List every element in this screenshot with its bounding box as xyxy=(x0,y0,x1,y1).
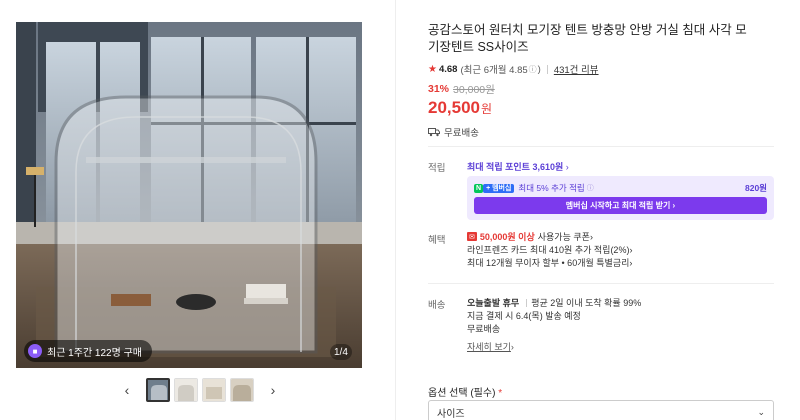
review-link[interactable]: 431건 리뷰 xyxy=(554,62,599,76)
membership-start-button[interactable]: 멤버십 시작하고 최대 적립 받기 › xyxy=(474,197,767,214)
product-gallery: ■ 최근 1주간 122명 구매 1/4 ‹ › xyxy=(0,0,395,420)
info-icon[interactable]: ⓘ xyxy=(529,64,537,75)
benefits-label: 혜택 xyxy=(428,235,446,246)
sale-price: 20,500 xyxy=(428,98,480,117)
chevron-right-icon: › xyxy=(589,231,593,242)
product-info: 공감스토어 원터치 모기장 텐트 방충망 안방 거실 침대 사각 모기장텐트 S… xyxy=(428,22,778,139)
coupon-line[interactable]: ✉ 50,000원 이상 사용가능 쿠폰 › xyxy=(467,230,632,243)
thumbnail-1[interactable] xyxy=(146,378,170,402)
delivery-label: 배송 xyxy=(428,300,446,311)
sales-badge-text: 최근 1주간 122명 구매 xyxy=(47,347,142,359)
coupon-amount: 50,000원 이상 xyxy=(479,232,535,242)
rating-row: ★ 4.68 (최근 6개월 4.85 ⓘ ) 431건 리뷰 xyxy=(428,62,778,77)
discount-row: 31% 30,000원 xyxy=(428,82,778,96)
membership-points: 820원 xyxy=(744,183,767,193)
chevron-right-icon: › xyxy=(629,244,633,255)
delivery-info: 오늘출발 휴무 평균 2일 이내 도착 확률 99% 지금 결제 시 6.4(목… xyxy=(467,296,641,353)
chevron-right-icon: › xyxy=(510,341,514,352)
size-select[interactable]: 사이즈 ⌄ xyxy=(428,400,774,420)
coupon-text: 사용가능 쿠폰 xyxy=(537,232,590,242)
shipping-row: 무료배송 xyxy=(428,125,778,139)
truck-icon xyxy=(428,128,440,137)
thumbnail-4[interactable] xyxy=(230,378,254,402)
product-title: 공감스토어 원터치 모기장 텐트 방충망 안방 거실 침대 사각 모기장텐트 S… xyxy=(428,23,747,54)
shipping-text: 무료배송 xyxy=(444,128,479,139)
membership-text: 최대 5% 추가 적립 xyxy=(518,183,585,193)
bag-icon: ■ xyxy=(28,344,42,358)
coupon-icon: ✉ xyxy=(467,232,477,241)
today-shipping-title: 오늘출발 휴무 xyxy=(467,298,520,308)
installment-line[interactable]: 최대 12개월 무이자 할부 • 60개월 특별금리 › xyxy=(467,256,632,269)
benefits-list: ✉ 50,000원 이상 사용가능 쿠폰 › 라인프렌즈 카드 최대 410원 … xyxy=(467,230,632,269)
arrival-probability: 평균 2일 이내 도착 확률 99% xyxy=(531,298,642,308)
membership-box: N + 멤버십 최대 5% 추가 적립 ⓘ 820원 멤버십 시작하고 최대 적… xyxy=(467,176,774,220)
rating-recent: (최근 6개월 4.85 xyxy=(460,65,528,76)
membership-line: N + 멤버십 최대 5% 추가 적립 ⓘ 820원 xyxy=(474,182,767,194)
points-title-row[interactable]: 최대 적립 포인트 3,610원 › xyxy=(467,160,569,173)
card-benefit-text: 라인프렌즈 카드 최대 410원 추가 적립(2%) xyxy=(467,245,630,255)
separator xyxy=(526,298,528,307)
more-details-row[interactable]: 자세히 보기 › xyxy=(467,340,641,353)
chevron-right-icon: › xyxy=(565,162,569,172)
free-shipping-line: 무료배송 xyxy=(467,324,501,334)
currency: 원 xyxy=(481,102,493,116)
eta-line: 지금 결제 시 6.4(목) 발송 예정 xyxy=(467,311,581,321)
size-select-value: 사이즈 xyxy=(437,408,465,420)
points-label: 적립 xyxy=(428,163,446,174)
discount-rate: 31% xyxy=(428,83,450,95)
rating-recent-close: ) xyxy=(537,63,541,75)
prev-arrow-icon[interactable]: ‹ xyxy=(120,376,134,404)
installment-text: 최대 12개월 무이자 할부 • 60개월 특별금리 xyxy=(467,258,630,268)
separator xyxy=(546,64,548,74)
original-price: 30,000원 xyxy=(453,83,495,96)
card-benefit-line[interactable]: 라인프렌즈 카드 최대 410원 추가 적립(2%) › xyxy=(467,243,632,256)
column-divider xyxy=(395,0,396,420)
image-page-counter: 1/4 xyxy=(330,344,352,360)
info-icon[interactable]: ⓘ xyxy=(587,183,594,193)
rating-score: 4.68 xyxy=(438,63,458,75)
plus-membership-icon: + 멤버십 xyxy=(483,183,515,193)
page-counter-text: 1/4 xyxy=(334,346,348,358)
chevron-down-icon: ⌄ xyxy=(757,406,765,417)
today-shipping-line: 오늘출발 휴무 평균 2일 이내 도착 확률 99% xyxy=(467,296,641,309)
star-icon: ★ xyxy=(428,63,437,75)
more-details-link[interactable]: 자세히 보기 xyxy=(467,340,511,353)
naver-n-icon: N xyxy=(474,183,484,193)
required-mark: * xyxy=(498,388,503,399)
chevron-right-icon: › xyxy=(629,257,633,268)
next-arrow-icon[interactable]: › xyxy=(266,376,280,404)
thumbnail-3[interactable] xyxy=(202,378,226,402)
main-product-image[interactable]: ■ 최근 1주간 122명 구매 1/4 xyxy=(16,22,362,368)
product-page: ■ 최근 1주간 122명 구매 1/4 ‹ › 공감스토어 원터치 모기장 텐… xyxy=(0,0,800,420)
option-label: 옵션 선택 (필수) * xyxy=(428,384,502,399)
thumbnail-strip: ‹ › xyxy=(120,376,280,404)
option-label-text: 옵션 선택 (필수) xyxy=(428,388,496,399)
price-row: 20,500 원 xyxy=(428,98,778,120)
thumbnail-2[interactable] xyxy=(174,378,198,402)
points-title: 최대 적립 포인트 3,610원 xyxy=(467,162,564,172)
tent-photo xyxy=(16,22,362,368)
sales-badge: ■ 최근 1주간 122명 구매 xyxy=(24,340,152,362)
divider xyxy=(428,283,774,284)
divider xyxy=(428,146,774,147)
